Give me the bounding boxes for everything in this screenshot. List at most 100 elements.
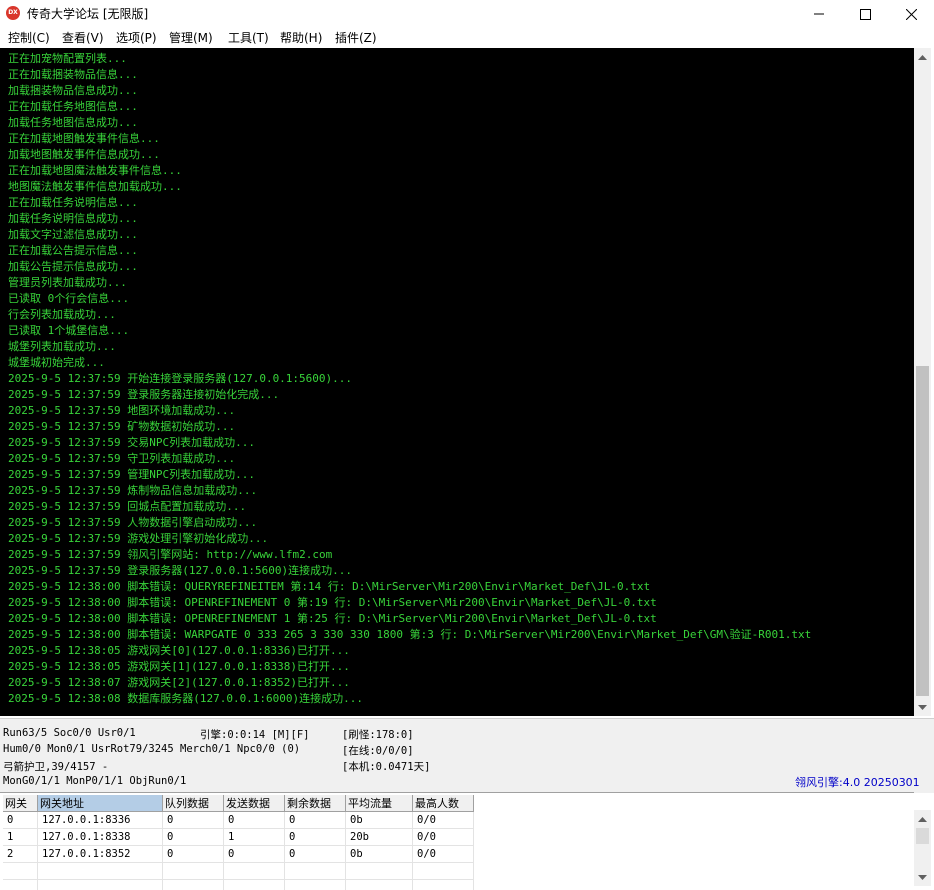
menu-help[interactable]: 帮助(H) [280,29,322,46]
scrollbar-thumb[interactable] [916,366,929,696]
scroll-down-arrow-icon[interactable] [914,699,931,716]
console-line: 2025-9-5 12:38:07 游戏网关[2](127.0.0.1:8352… [8,675,908,691]
status-local: [本机:0.0471天] [342,759,430,774]
table-cell: 0 [163,829,224,846]
table-cell: 20b [346,829,413,846]
table-cell: 0/0 [413,846,474,863]
console-line: 2025-9-5 12:38:08 数据库服务器(127.0.0.1:6000)… [8,691,908,707]
console-line: 城堡列表加载成功... [8,339,908,355]
console-line: 2025-9-5 12:37:59 炼制物品信息加载成功... [8,483,908,499]
console-line: 已读取 1个城堡信息... [8,323,908,339]
console-line: 2025-9-5 12:37:59 登录服务器连接初始化完成... [8,387,908,403]
console-scrollbar[interactable] [914,48,931,716]
close-button[interactable] [888,0,934,28]
scroll-up-arrow-icon[interactable] [914,48,931,65]
console-line: 2025-9-5 12:37:59 翎风引擎网站: http://www.lfm… [8,547,908,563]
empty-cell [346,863,413,880]
console-line: 2025-9-5 12:37:59 开始连接登录服务器(127.0.0.1:56… [8,371,908,387]
empty-cell [163,880,224,890]
console-line: 地图魔法触发事件信息加载成功... [8,179,908,195]
column-header[interactable]: 平均流量 [346,795,413,812]
gateway-table: 网关网关地址队列数据发送数据剩余数据平均流量最高人数 0127.0.0.1:83… [3,795,474,890]
column-header[interactable]: 最高人数 [413,795,474,812]
empty-cell [285,880,346,890]
console-line: 2025-9-5 12:37:59 管理NPC列表加载成功... [8,467,908,483]
grid-scrollbar[interactable] [914,810,931,886]
empty-row [3,880,474,890]
console-line: 加载捆装物品信息成功... [8,83,908,99]
grid-scroll-down-arrow-icon[interactable] [914,869,931,886]
console-line: 正在加载地图魔法触发事件信息... [8,163,908,179]
status-refresh-monster: [刷怪:178:0] [342,727,414,742]
console-log[interactable]: 正在加宠物配置列表...正在加载捆装物品信息...加载捆装物品信息成功...正在… [0,48,914,716]
table-row[interactable]: 1127.0.0.1:833801020b0/0 [3,829,474,846]
console-line: 2025-9-5 12:38:00 脚本错误: QUERYREFINEITEM … [8,579,908,595]
table-cell: 0 [285,829,346,846]
table-cell: 0 [224,846,285,863]
console-line: 正在加载任务地图信息... [8,99,908,115]
maximize-button[interactable] [842,0,888,28]
empty-cell [224,880,285,890]
table-row[interactable]: 2127.0.0.1:83520000b0/0 [3,846,474,863]
column-header[interactable]: 网关地址 [38,795,163,812]
empty-cell [413,880,474,890]
table-cell: 0 [3,812,38,829]
table-cell: 127.0.0.1:8336 [38,812,163,829]
console-line: 正在加载捆装物品信息... [8,67,908,83]
close-icon [906,9,917,20]
table-cell: 0b [346,812,413,829]
console-line: 城堡城初始完成... [8,355,908,371]
status-run: Run63/5 Soc0/0 Usr0/1 [3,727,136,739]
empty-cell [224,863,285,880]
console-line: 加载公告提示信息成功... [8,259,908,275]
empty-cell [38,863,163,880]
console-line: 正在加载地图触发事件信息... [8,131,908,147]
console-line: 2025-9-5 12:37:59 回城点配置加载成功... [8,499,908,515]
console-line: 加载任务说明信息成功... [8,211,908,227]
empty-cell [38,880,163,890]
console-lines: 正在加宠物配置列表...正在加载捆装物品信息...加载捆装物品信息成功...正在… [8,51,908,707]
menu-control[interactable]: 控制(C) [8,29,50,46]
grid-scroll-up-arrow-icon[interactable] [914,810,931,827]
menu-bar: 控制(C) 查看(V) 选项(P) 管理(M) 工具(T) 帮助(H) 插件(Z… [0,28,934,47]
column-header[interactable]: 网关 [3,795,38,812]
console-line: 加载地图触发事件信息成功... [8,147,908,163]
console-line: 2025-9-5 12:38:05 游戏网关[0](127.0.0.1:8336… [8,643,908,659]
console-line: 2025-9-5 12:37:59 矿物数据初始成功... [8,419,908,435]
engine-version: 翎风引擎:4.0 20250301 [795,774,920,790]
grid-scrollbar-thumb[interactable] [916,828,929,844]
table-cell: 0/0 [413,829,474,846]
console-line: 已读取 0个行会信息... [8,291,908,307]
empty-cell [3,863,38,880]
table-cell: 0/0 [413,812,474,829]
table-row[interactable]: 0127.0.0.1:83360000b0/0 [3,812,474,829]
console-line: 正在加宠物配置列表... [8,51,908,67]
table-cell: 0 [163,846,224,863]
table-cell: 2 [3,846,38,863]
table-cell: 127.0.0.1:8352 [38,846,163,863]
console-line: 2025-9-5 12:37:59 守卫列表加载成功... [8,451,908,467]
table-cell: 0b [346,846,413,863]
status-panel: Run63/5 Soc0/0 Usr0/1 引擎:0:0:14 [M][F] [… [0,718,934,793]
empty-cell [346,880,413,890]
table-cell: 0 [285,846,346,863]
status-online: [在线:0/0/0] [342,743,414,758]
column-header[interactable]: 发送数据 [224,795,285,812]
menu-plugins[interactable]: 插件(Z) [335,29,377,46]
empty-cell [413,863,474,880]
console-line: 管理员列表加载成功... [8,275,908,291]
menu-tools[interactable]: 工具(T) [228,29,269,46]
menu-manage[interactable]: 管理(M) [169,29,213,46]
minimize-icon [814,9,824,19]
empty-row [3,863,474,880]
menu-view[interactable]: 查看(V) [62,29,104,46]
column-header[interactable]: 剩余数据 [285,795,346,812]
table-cell: 127.0.0.1:8338 [38,829,163,846]
gateway-grid[interactable]: 网关网关地址队列数据发送数据剩余数据平均流量最高人数 0127.0.0.1:83… [0,792,914,890]
console-line: 加载文字过滤信息成功... [8,227,908,243]
column-header[interactable]: 队列数据 [163,795,224,812]
console-line: 正在加载公告提示信息... [8,243,908,259]
minimize-button[interactable] [796,0,842,28]
menu-options[interactable]: 选项(P) [116,29,157,46]
status-engine: 引擎:0:0:14 [M][F] [200,727,310,742]
